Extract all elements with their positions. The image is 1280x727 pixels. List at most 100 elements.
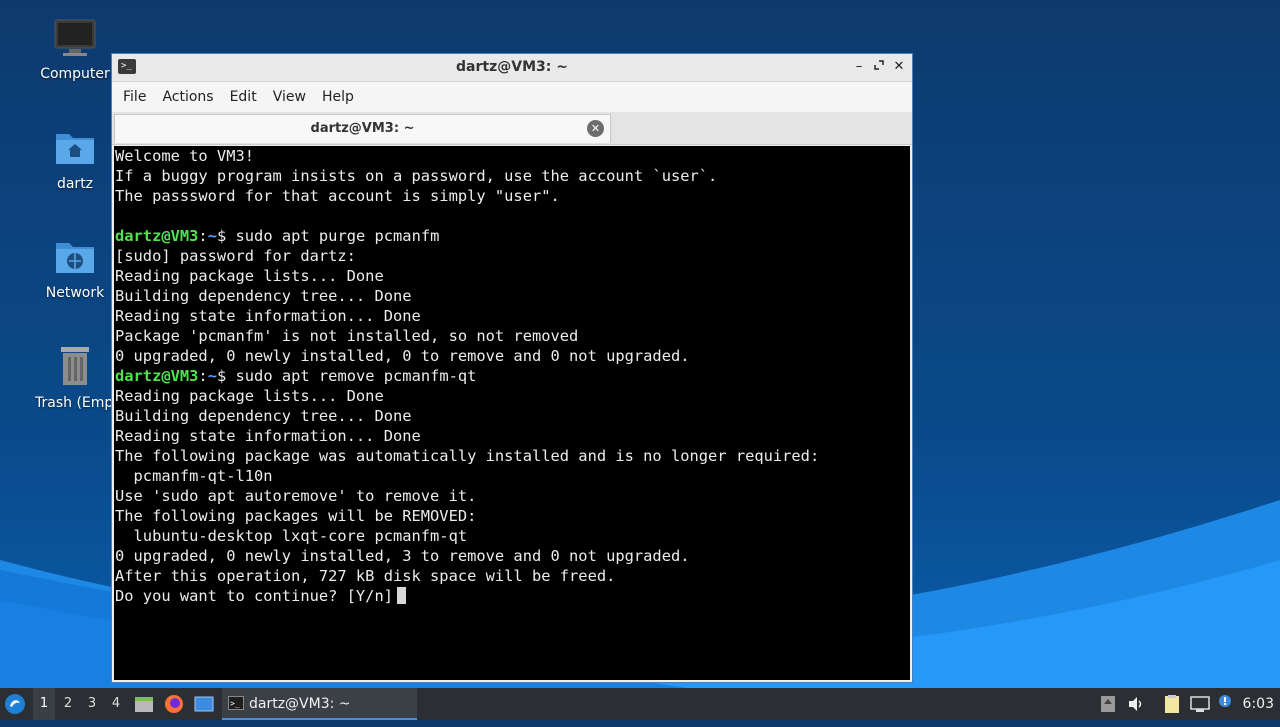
file-manager-launcher[interactable]: [134, 688, 154, 720]
terminal-text: Use 'sudo apt autoremove' to remove it.: [115, 487, 477, 505]
tab-label: dartz@VM3: ~: [310, 121, 415, 136]
volume-icon: [1129, 697, 1142, 711]
terminal-text: 0 upgraded, 0 newly installed, 0 to remo…: [115, 347, 690, 365]
terminal-text: Building dependency tree... Done: [115, 287, 412, 305]
menu-edit[interactable]: Edit: [223, 82, 264, 112]
window-title: dartz@VM3: ~: [456, 59, 568, 75]
terminal-window: >_ dartz@VM3: ~ – ✕ File Actions Edit Vi…: [111, 53, 913, 683]
maximize-button[interactable]: [870, 58, 888, 76]
terminal-text: Reading state information... Done: [115, 307, 421, 325]
tray-volume[interactable]: [1127, 688, 1147, 720]
terminal-line: Reading package lists... Done: [115, 386, 910, 406]
terminal-text: The following packages will be REMOVED:: [115, 507, 477, 525]
menu-file[interactable]: File: [116, 82, 153, 112]
terminal-line: The passsword for that account is simply…: [115, 186, 910, 206]
desktop-icon-label: Network: [45, 285, 105, 301]
workspace-2[interactable]: 2: [57, 688, 79, 720]
terminal-line: Reading state information... Done: [115, 306, 910, 326]
terminal-line: lubuntu-desktop lxqt-core pcmanfm-qt: [115, 526, 910, 546]
terminal-line: The following packages will be REMOVED:: [115, 506, 910, 526]
workspace-4[interactable]: 4: [105, 688, 127, 720]
prompt-separator: :: [198, 367, 208, 385]
terminal-text: pcmanfm-qt-l10n: [115, 467, 273, 485]
info-icon: [1219, 695, 1231, 707]
terminal-line: dartz@VM3:~$ sudo apt purge pcmanfm: [115, 226, 910, 246]
prompt-separator: :: [198, 227, 208, 245]
tray-clipboard[interactable]: [1163, 688, 1183, 720]
terminal-line: Package 'pcmanfm' is not installed, so n…: [115, 326, 910, 346]
desktop-icon-label: Computer: [40, 66, 110, 82]
desktop-icon: [194, 696, 214, 712]
desktop-icon-label: Trash (Empty): [35, 395, 133, 411]
firefox-launcher[interactable]: [164, 688, 186, 720]
desktop-icon-home[interactable]: dartz: [35, 128, 115, 192]
tab-bar: dartz@VM3: ~ ✕: [112, 112, 912, 145]
terminal-output[interactable]: Welcome to VM3! If a buggy program insist…: [114, 146, 910, 680]
clock[interactable]: 6:03: [1243, 688, 1274, 720]
taskbar-task-terminal[interactable]: >_ dartz@VM3: ~: [222, 688, 417, 720]
trash-icon: [61, 347, 89, 385]
workspace-1[interactable]: 1: [33, 688, 55, 720]
update-notifier-icon: [1101, 696, 1115, 712]
clipboard-icon: [1165, 695, 1179, 713]
terminal-line: Reading package lists... Done: [115, 266, 910, 286]
terminal-line: pcmanfm-qt-l10n: [115, 466, 910, 486]
terminal-task-icon: >_: [228, 696, 244, 710]
network-icon: [1190, 696, 1210, 712]
desktop-icon-network[interactable]: Network: [35, 237, 115, 301]
desktop-icon-label: dartz: [56, 176, 94, 192]
close-button[interactable]: ✕: [890, 58, 908, 76]
show-desktop-button[interactable]: [194, 688, 216, 720]
terminal-line: The following package was automatically …: [115, 446, 910, 466]
terminal-line: Do you want to continue? [Y/n]: [115, 586, 910, 606]
menu-actions[interactable]: Actions: [155, 82, 220, 112]
tab-close-icon[interactable]: ✕: [587, 120, 604, 137]
prompt-user: dartz@VM3: [115, 227, 199, 245]
workspace-3[interactable]: 3: [81, 688, 103, 720]
terminal-line: Building dependency tree... Done: [115, 406, 910, 426]
terminal-text: If a buggy program insists on a password…: [115, 167, 718, 185]
tray-updates[interactable]: [1100, 688, 1118, 720]
home-folder-icon: [56, 134, 94, 164]
terminal-line: [sudo] password for dartz:: [115, 246, 910, 266]
menu-help[interactable]: Help: [315, 82, 361, 112]
terminal-text: After this operation, 727 kB disk space …: [115, 567, 616, 585]
terminal-cursor: [396, 587, 406, 604]
prompt-symbol: $: [216, 367, 227, 385]
lubuntu-logo-icon: [5, 694, 25, 714]
tab-terminal[interactable]: dartz@VM3: ~ ✕: [114, 114, 611, 143]
terminal-text: Reading package lists... Done: [115, 387, 384, 405]
terminal-text: [sudo] password for dartz:: [115, 247, 356, 265]
terminal-text: Reading package lists... Done: [115, 267, 384, 285]
terminal-line: Building dependency tree... Done: [115, 286, 910, 306]
tray-network[interactable]: [1190, 688, 1212, 720]
terminal-line: After this operation, 727 kB disk space …: [115, 566, 910, 586]
menu-bar: File Actions Edit View Help: [112, 82, 912, 112]
prompt-command: sudo apt purge pcmanfm: [226, 227, 440, 245]
maximize-icon: [874, 60, 884, 70]
terminal-line: Reading state information... Done: [115, 426, 910, 446]
prompt-path: ~: [207, 367, 217, 385]
desktop-icon-trash[interactable]: Trash (Empty): [35, 345, 133, 411]
prompt-path: ~: [207, 227, 217, 245]
start-menu-button[interactable]: [4, 688, 28, 720]
prompt-user: dartz@VM3: [115, 367, 199, 385]
desktop-icon-computer[interactable]: Computer: [35, 18, 115, 82]
firefox-icon: [165, 695, 183, 713]
terminal-text: Reading state information... Done: [115, 427, 421, 445]
terminal-text: The following package was automatically …: [115, 447, 820, 465]
tray-notification[interactable]: [1216, 688, 1236, 720]
terminal-text: Welcome to VM3!: [115, 147, 254, 165]
prompt-command: sudo apt remove pcmanfm-qt: [226, 367, 477, 385]
terminal-text: Package 'pcmanfm' is not installed, so n…: [115, 327, 579, 345]
window-titlebar[interactable]: >_ dartz@VM3: ~ – ✕: [112, 54, 912, 82]
terminal-text: Do you want to continue? [Y/n]: [115, 587, 393, 605]
terminal-text: lubuntu-desktop lxqt-core pcmanfm-qt: [115, 527, 468, 545]
terminal-line: Welcome to VM3!: [115, 146, 910, 166]
menu-view[interactable]: View: [266, 82, 313, 112]
terminal-line: Use 'sudo apt autoremove' to remove it.: [115, 486, 910, 506]
terminal-line: 0 upgraded, 0 newly installed, 3 to remo…: [115, 546, 910, 566]
minimize-button[interactable]: –: [850, 58, 868, 76]
terminal-line: 0 upgraded, 0 newly installed, 0 to remo…: [115, 346, 910, 366]
